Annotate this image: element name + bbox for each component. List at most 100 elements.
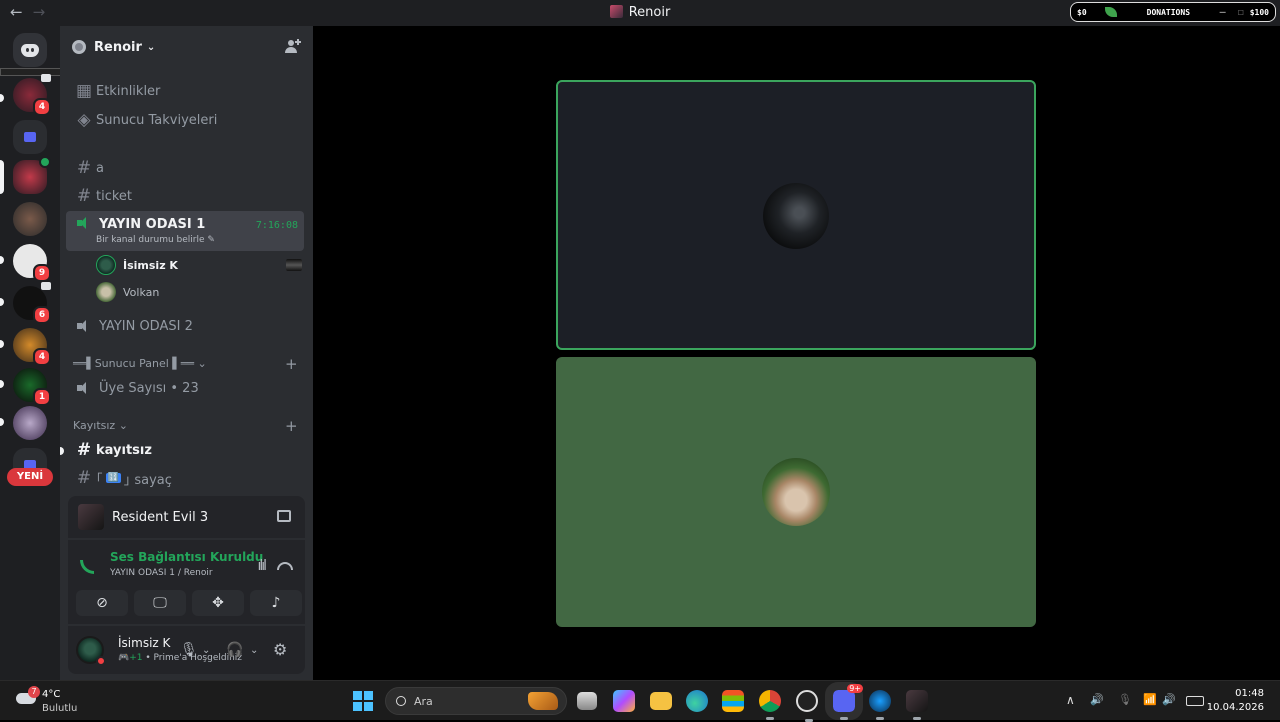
voice-timer: 7:16:08 [255,220,298,231]
activities-icon: ✥ [212,595,224,611]
task-view-icon[interactable] [577,692,597,710]
channel-sayac[interactable]: # ｢ 🔢 ｣ sayaç [66,465,304,491]
stream-preview-icon[interactable] [286,259,302,271]
participant-tile-speaking[interactable] [556,80,1036,350]
server-icon-2[interactable] [13,202,47,236]
store-icon[interactable] [722,690,744,712]
add-channel-icon[interactable]: + [285,355,298,373]
game-taskbar-icon[interactable] [906,690,928,720]
discord-home-button[interactable] [13,33,47,67]
wifi-icon[interactable]: 📶 [1143,693,1157,706]
member-count-label: Üye Sayısı • 23 [99,380,199,396]
battery-icon[interactable] [1186,696,1204,706]
server-icon-4[interactable]: 6 [13,282,51,324]
voice-channel-yayin-2[interactable]: YAYIN ODASI 2 [66,313,304,339]
speaker-icon[interactable]: 🔊 [1090,693,1104,706]
chrome-icon[interactable] [759,690,781,720]
minimize-icon[interactable]: — [1220,7,1226,18]
clock[interactable]: 01:48 10.04.2026 [1207,687,1264,715]
voice-channel-path[interactable]: YAYIN ODASI 1 / Renoir [110,568,213,578]
file-explorer-icon[interactable] [650,692,672,710]
invite-people-icon[interactable] [285,38,301,54]
chat-icon [41,282,51,290]
category-label: ══▌Sunucu Panel ▌══ ⌄ [73,357,207,370]
server-folder-1[interactable] [13,120,47,154]
channel-status-setter[interactable]: Bir kanal durumu belirle ✎ [96,235,215,245]
mention-badge: 9 [33,264,51,282]
activity-panel[interactable]: Resident Evil 3 [68,496,305,538]
channel-label: kayıtsız [96,442,152,458]
screen-share-icon: 🖵 [153,595,167,611]
donation-bar: $0 DONATIONS — ☐ $100 [1070,2,1276,22]
edge-icon[interactable] [686,690,708,712]
chat-icon [41,74,51,82]
voice-user-name: İsimsiz K [123,258,178,272]
user-name[interactable]: İsimsiz K [118,636,170,650]
search-highlight-image [528,692,558,710]
taskbar-search[interactable]: Ara [385,687,567,715]
folder-icon [24,132,36,142]
volume-icon[interactable]: 🔊 [1162,693,1176,706]
server-icon-3[interactable]: 9 [13,244,51,282]
start-button[interactable] [353,691,373,711]
add-channel-icon[interactable]: + [285,417,298,435]
voice-user-2[interactable]: Volkan [96,280,159,304]
microphone-icon[interactable]: 🎙 [180,642,198,658]
mention-badge: 4 [33,98,51,116]
soundboard-button[interactable]: ♪ [250,590,302,616]
server-icon-renoir[interactable] [13,156,51,194]
avatar [96,282,116,302]
voice-channel-yayin-1[interactable]: YAYIN ODASI 1 Bir kanal durumu belirle ✎… [66,211,304,251]
clock-time: 01:48 [1235,688,1264,699]
participant-avatar [763,183,829,249]
channel-a[interactable]: # a [66,155,304,181]
microphone-icon[interactable]: 🎙 [1118,693,1132,706]
server-icon-6[interactable]: 1 [13,368,51,406]
noise-suppression-icon[interactable]: ılıl [257,558,266,574]
voice-status[interactable]: Ses Bağlantısı Kuruldu [110,550,263,564]
server-mini-icon [609,5,623,18]
mention-badge: 1 [33,388,51,406]
screen-share-button[interactable]: 🖵 [134,590,186,616]
server-icon-1[interactable]: 4 [13,74,51,116]
headset-icon[interactable]: 🎧 [226,642,243,658]
donation-current: $0 [1077,7,1087,17]
server-icon-5[interactable]: 4 [13,328,51,366]
server-header[interactable]: Renoir ⌄ [60,26,313,68]
voice-channel-members[interactable]: Üye Sayısı • 23 [66,375,304,401]
channel-ticket[interactable]: # ticket [66,183,304,209]
events-item[interactable]: ▦ Etkinlikler [66,78,304,104]
discord-taskbar-icon[interactable]: 9+ [825,682,863,720]
voice-channel-label: YAYIN ODASI 1 [99,217,206,232]
participant-avatar [762,458,830,526]
category-sunucu-panel[interactable]: ══▌Sunucu Panel ▌══ ⌄ + [73,355,298,373]
voice-user-1[interactable]: İsimsiz K [96,253,302,277]
category-kayitsiz[interactable]: Kayıtsız ⌄ + [73,417,298,435]
signal-icon[interactable] [80,560,94,574]
participant-tile[interactable] [556,357,1036,627]
camera-button[interactable]: ⊘ [76,590,128,616]
title-bar: ← → Renoir $0 DONATIONS — ☐ $100 [0,0,1280,26]
activities-button[interactable]: ✥ [192,590,244,616]
chevron-down-icon[interactable]: ⌄ [202,645,210,656]
maximize-icon[interactable]: ☐ [1238,7,1244,18]
mention-badge: 6 [33,306,51,324]
tray-overflow-icon[interactable]: ∧ [1066,693,1075,707]
gear-icon[interactable]: ⚙ [273,640,287,659]
channel-kayitsiz[interactable]: # kayıtsız [66,437,304,463]
window-controls: — ☐ [1220,7,1244,18]
steam-icon[interactable] [869,690,891,720]
stream-game-icon[interactable] [277,510,291,522]
app-icon-overlay[interactable] [796,690,818,722]
server-boosts-item[interactable]: ◈ Sunucu Takviyeleri [66,107,304,133]
soundboard-icon: ♪ [271,595,281,611]
channel-label-prefix: ｢ [96,472,103,488]
server-icon-7[interactable] [13,406,47,440]
donation-label: DONATIONS [1146,7,1191,17]
new-badge[interactable]: YENİ [7,468,53,486]
copilot-icon[interactable] [613,690,635,712]
disconnect-icon[interactable] [277,562,293,570]
chevron-down-icon[interactable]: ⌄ [250,645,258,656]
channel-label: a [96,160,104,176]
voice-channel-label: YAYIN ODASI 2 [99,318,193,334]
